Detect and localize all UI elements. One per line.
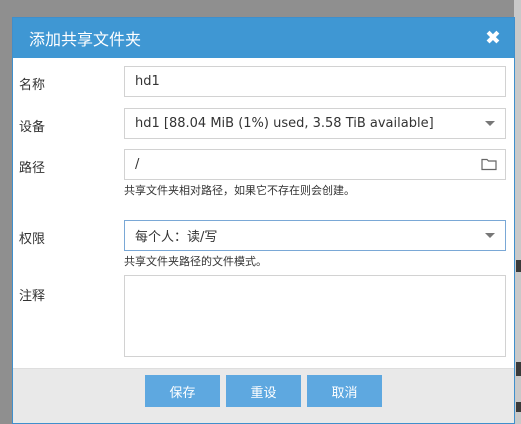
- chevron-down-icon: [485, 121, 495, 126]
- background-mark: [516, 260, 521, 272]
- path-hint: 共享文件夹相对路径，如果它不存在则会创建。: [124, 184, 355, 197]
- permissions-select[interactable]: 每个人：读/写: [124, 220, 506, 251]
- background-mark: [516, 402, 521, 412]
- path-label: 路径: [19, 161, 46, 176]
- chevron-down-icon: [485, 233, 495, 238]
- reset-button[interactable]: 重设: [226, 375, 301, 407]
- dialog-title: 添加共享文件夹: [29, 30, 142, 49]
- save-button[interactable]: 保存: [145, 375, 220, 407]
- close-icon[interactable]: ✖: [484, 28, 502, 47]
- name-input-value: hd1: [135, 74, 160, 89]
- dialog-titlebar: 添加共享文件夹 ✖: [13, 18, 514, 58]
- path-input-value: /: [135, 157, 140, 172]
- dialog-footer: 保存 重设 取消: [13, 368, 514, 423]
- comment-textarea[interactable]: [124, 275, 506, 357]
- cancel-button[interactable]: 取消: [307, 375, 382, 407]
- device-select[interactable]: hd1 [88.04 MiB (1%) used, 3.58 TiB avail…: [124, 108, 506, 139]
- background-panel: [514, 0, 521, 424]
- folder-icon[interactable]: [481, 157, 497, 171]
- permissions-hint: 共享文件夹路径的文件模式。: [124, 255, 267, 268]
- path-input[interactable]: /: [124, 149, 506, 180]
- permissions-select-value: 每个人：读/写: [135, 230, 218, 245]
- device-select-value: hd1 [88.04 MiB (1%) used, 3.58 TiB avail…: [135, 116, 434, 131]
- name-label: 名称: [19, 78, 46, 93]
- permissions-label: 权限: [19, 232, 46, 247]
- background-mark: [516, 362, 521, 376]
- name-input[interactable]: hd1: [124, 66, 506, 97]
- comment-label: 注释: [19, 289, 46, 304]
- add-shared-folder-dialog: 添加共享文件夹 ✖ 名称 hd1 设备 hd1 [88.04 MiB (1%) …: [12, 17, 515, 424]
- device-label: 设备: [19, 120, 46, 135]
